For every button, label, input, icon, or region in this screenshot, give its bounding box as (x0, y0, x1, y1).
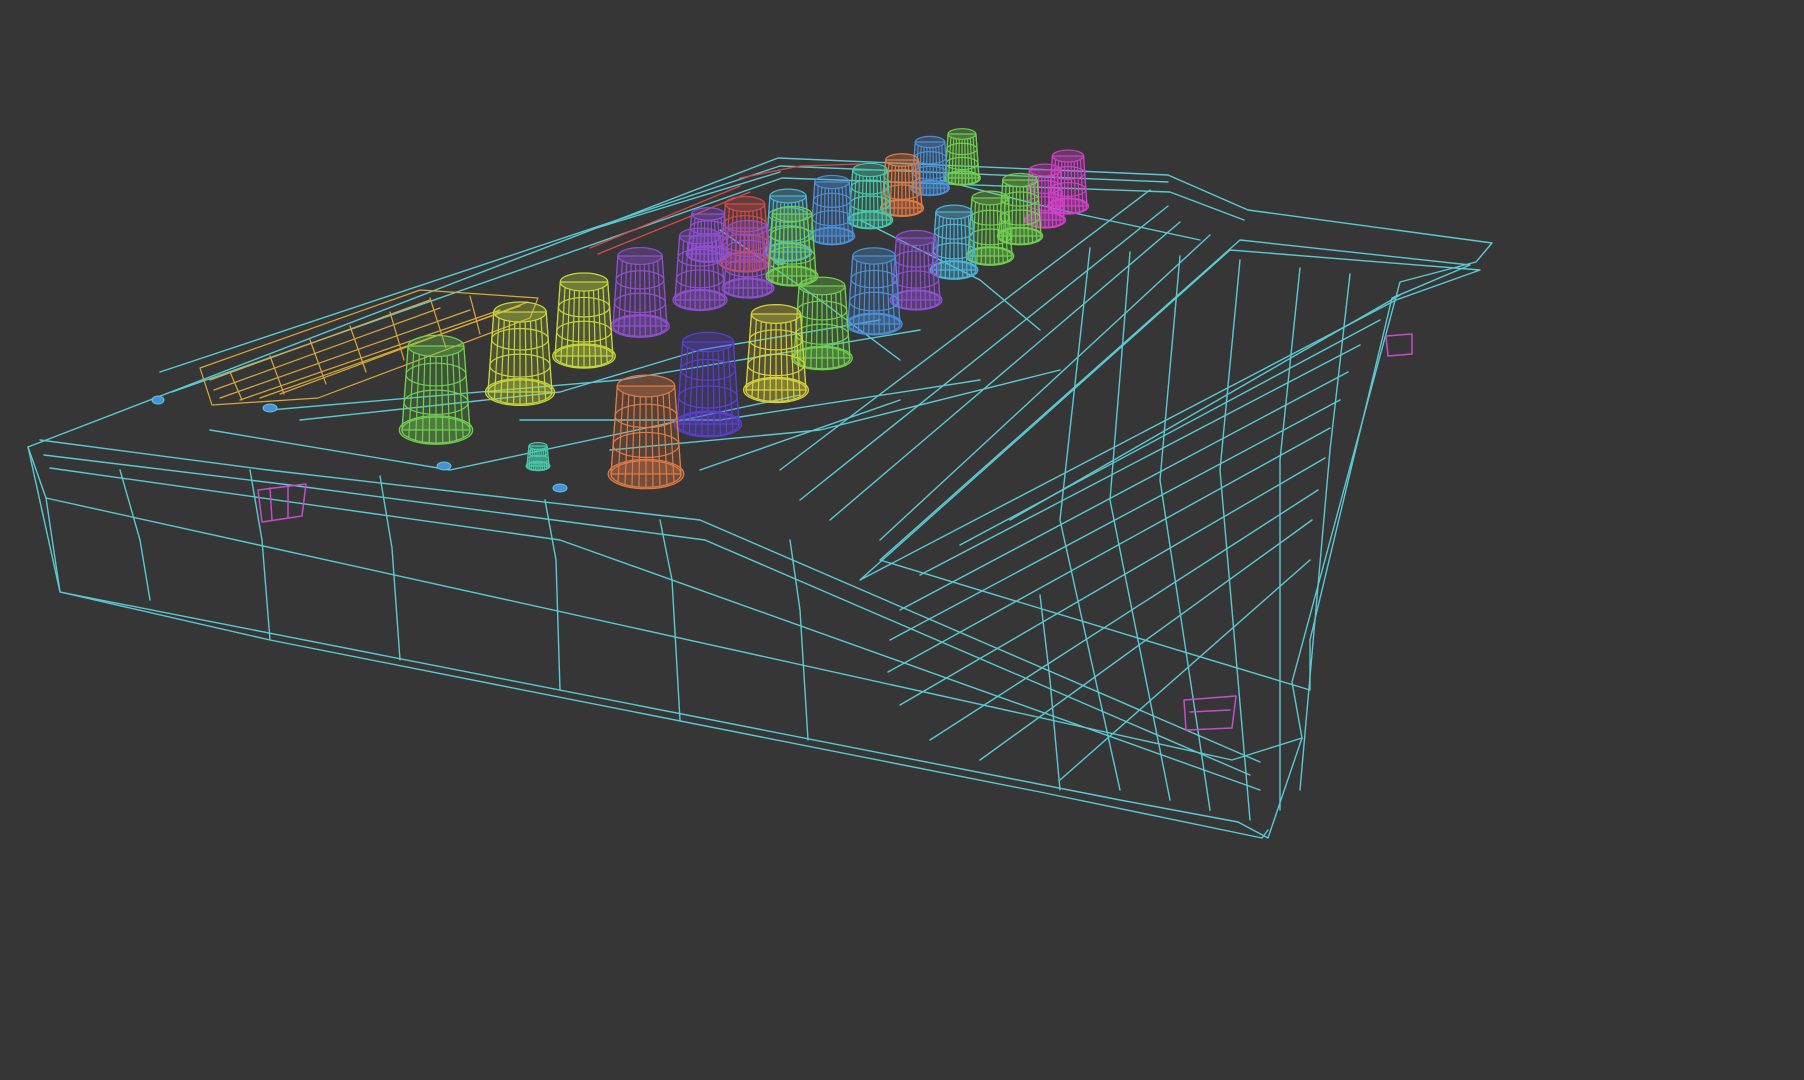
knob-lime-21 (552, 272, 616, 369)
knob-green-1 (943, 128, 981, 186)
3d-viewport[interactable] (0, 0, 1804, 1080)
knob-blue-18 (845, 247, 903, 336)
knob-purple-19 (610, 246, 670, 338)
knob-green-25 (398, 334, 474, 445)
knob-lime-23 (484, 301, 556, 407)
knob-purple-16 (672, 227, 728, 312)
knob-blue-7 (808, 174, 856, 246)
knob-indigo-24 (673, 331, 743, 438)
knob-purple-14 (721, 219, 775, 299)
knob-green-15 (765, 205, 819, 287)
knob-orange-26 (607, 374, 685, 490)
knob-yellow-22 (742, 304, 809, 404)
knob-teal-6 (846, 162, 894, 230)
knob-teal-27 (525, 441, 551, 472)
wireframe-scene (27, 128, 1493, 839)
